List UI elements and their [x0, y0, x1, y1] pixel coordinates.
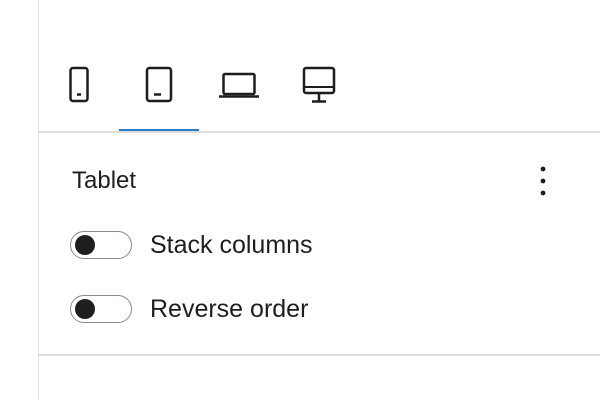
mobile-icon — [69, 66, 89, 103]
tab-mobile[interactable] — [39, 48, 119, 131]
settings-panel: Tablet Stack columns Reverse order — [0, 0, 600, 400]
toggle-knob — [75, 235, 95, 255]
stack-columns-label[interactable]: Stack columns — [150, 230, 313, 260]
desktop-icon — [302, 66, 336, 103]
tab-desktop[interactable] — [279, 48, 359, 131]
tabs-divider — [39, 131, 600, 133]
device-tabs — [39, 48, 600, 132]
tab-laptop[interactable] — [199, 48, 279, 131]
section-divider — [39, 354, 600, 356]
more-options-button[interactable] — [528, 162, 558, 200]
laptop-icon — [219, 72, 259, 98]
tab-tablet[interactable] — [119, 48, 199, 132]
toggle-knob — [75, 299, 95, 319]
stack-columns-row: Stack columns — [70, 228, 313, 262]
section-title: Tablet — [72, 167, 137, 194]
tablet-icon — [145, 66, 173, 103]
reverse-order-toggle[interactable] — [70, 295, 132, 323]
reverse-order-row: Reverse order — [70, 292, 308, 326]
reverse-order-label[interactable]: Reverse order — [150, 294, 308, 324]
stack-columns-toggle[interactable] — [70, 231, 132, 259]
more-vertical-icon — [540, 166, 546, 196]
